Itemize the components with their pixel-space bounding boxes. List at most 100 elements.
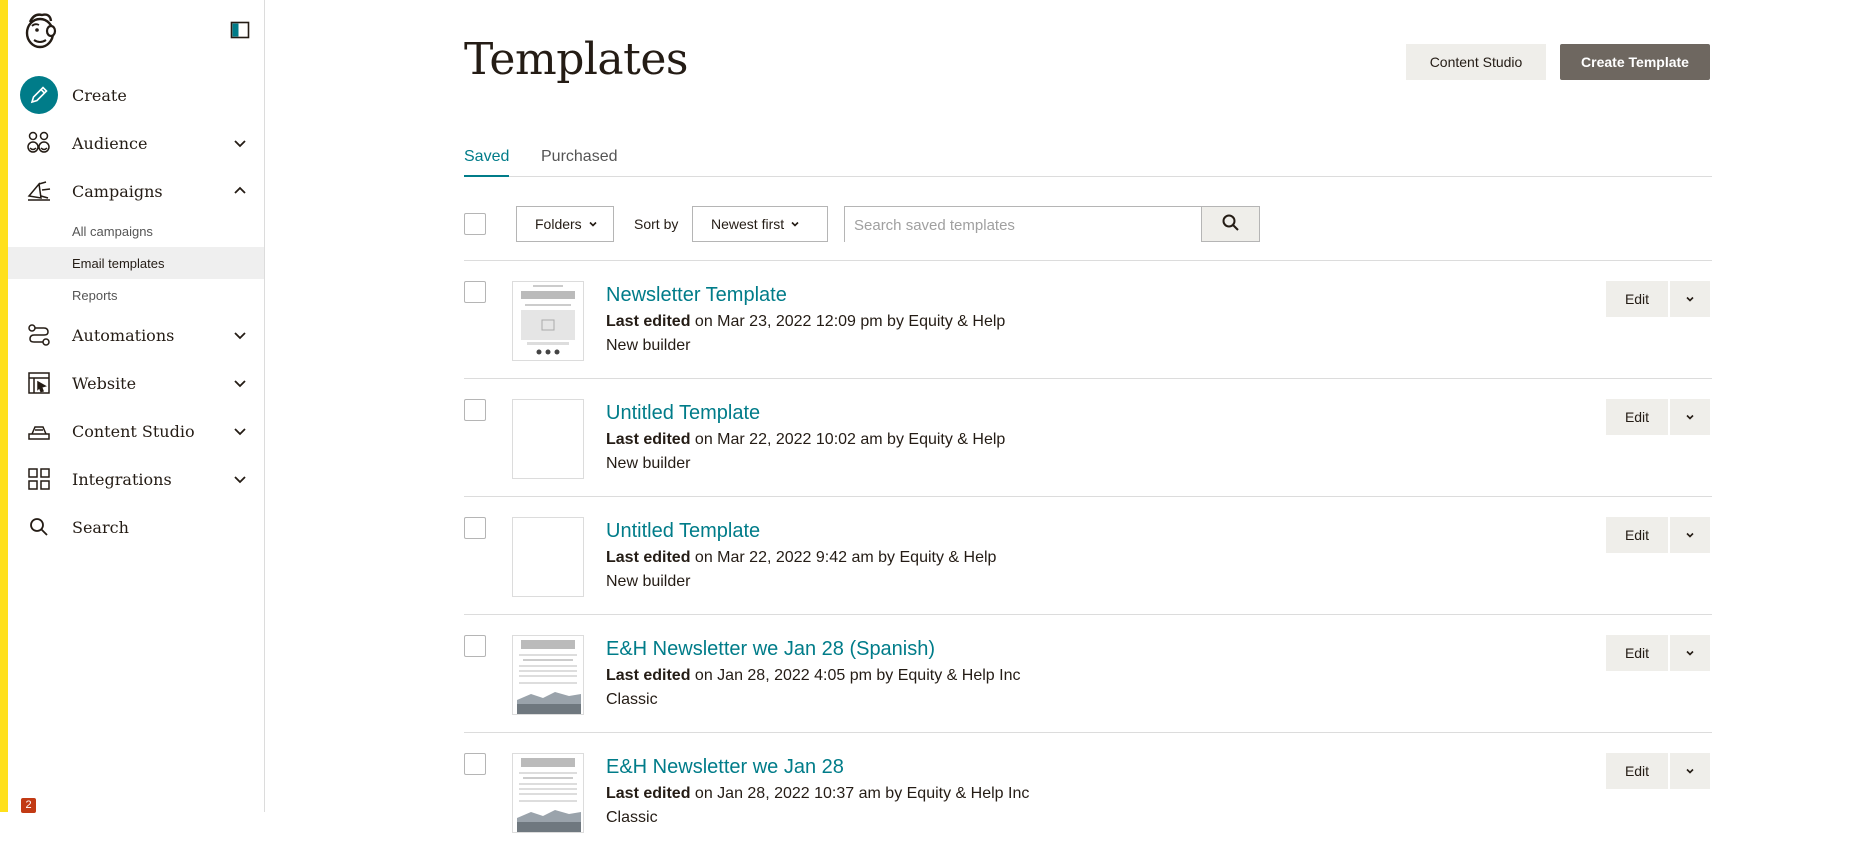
list-item: E&H Newsletter we Jan 28 Last edited on … xyxy=(464,732,1712,851)
template-meta: Last edited on Mar 22, 2022 9:42 am by E… xyxy=(606,549,996,567)
sidebar-subitem-reports[interactable]: Reports xyxy=(8,279,264,311)
chevron-up-icon xyxy=(232,183,248,199)
content-studio-button[interactable]: Content Studio xyxy=(1406,44,1546,80)
sidebar-item-label: Create xyxy=(72,85,127,105)
sort-by-label: Sort by xyxy=(634,216,679,232)
sidebar-item-label: Search xyxy=(72,517,129,537)
tab-purchased[interactable]: Purchased xyxy=(541,148,618,175)
template-meta: Last edited on Jan 28, 2022 4:05 pm by E… xyxy=(606,667,1020,685)
template-type: Classic xyxy=(606,691,658,708)
edit-button[interactable]: Edit xyxy=(1606,635,1668,671)
brand-accent-bar xyxy=(0,0,8,812)
template-thumbnail[interactable] xyxy=(512,753,584,833)
row-checkbox[interactable] xyxy=(464,281,486,303)
tab-saved[interactable]: Saved xyxy=(464,148,510,177)
row-checkbox[interactable] xyxy=(464,753,486,775)
sidebar-subitem-email-templates[interactable]: Email templates xyxy=(8,247,264,279)
sidebar-item-create[interactable]: Create xyxy=(8,71,264,119)
website-icon xyxy=(24,368,54,398)
more-actions-button[interactable] xyxy=(1668,635,1710,671)
chevron-down-icon xyxy=(232,423,248,439)
collapse-sidebar-icon[interactable] xyxy=(230,20,250,40)
sidebar-item-content-studio[interactable]: Content Studio xyxy=(8,407,264,455)
row-actions: Edit xyxy=(1606,517,1710,553)
list-item: Untitled Template Last edited on Mar 22,… xyxy=(464,378,1712,497)
search-icon xyxy=(24,512,54,542)
template-title-link[interactable]: Untitled Template xyxy=(606,402,760,425)
chevron-down-icon xyxy=(232,135,248,151)
list-item: Untitled Template Last edited on Mar 22,… xyxy=(464,496,1712,615)
mailchimp-logo-icon[interactable] xyxy=(20,9,62,51)
audience-icon xyxy=(24,128,54,158)
chevron-down-icon xyxy=(232,327,248,343)
row-checkbox[interactable] xyxy=(464,517,486,539)
last-edited-label: Last edited xyxy=(606,549,691,566)
sidebar-item-audience[interactable]: Audience xyxy=(8,119,264,167)
edit-button[interactable]: Edit xyxy=(1606,399,1668,435)
folders-dropdown[interactable]: Folders xyxy=(516,206,614,242)
sidebar-item-label: Content Studio xyxy=(72,421,195,441)
template-title-link[interactable]: E&H Newsletter we Jan 28 (Spanish) xyxy=(606,638,935,661)
search-submit-button[interactable] xyxy=(1201,207,1259,241)
last-edited-detail: on Jan 28, 2022 4:05 pm by Equity & Help… xyxy=(694,667,1021,684)
last-edited-detail: on Mar 22, 2022 9:42 am by Equity & Help xyxy=(694,549,997,566)
sidebar-item-integrations[interactable]: Integrations xyxy=(8,455,264,503)
row-actions: Edit xyxy=(1606,281,1710,317)
search-templates-box xyxy=(844,206,1260,243)
template-thumbnail[interactable] xyxy=(512,281,584,361)
chevron-down-icon xyxy=(1685,764,1695,779)
sidebar-item-label: Automations xyxy=(72,325,175,345)
chevron-down-icon xyxy=(1685,292,1695,307)
sidebar: Create Audience Campaigns All campaigns xyxy=(8,0,265,813)
chevron-down-icon xyxy=(1685,528,1695,543)
edit-button[interactable]: Edit xyxy=(1606,281,1668,317)
folders-dropdown-label: Folders xyxy=(535,216,582,232)
page-title: Templates xyxy=(464,34,688,85)
sidebar-item-label: Integrations xyxy=(72,469,172,489)
megaphone-icon xyxy=(24,176,54,206)
more-actions-button[interactable] xyxy=(1668,281,1710,317)
row-actions: Edit xyxy=(1606,399,1710,435)
notification-badge[interactable]: 2 xyxy=(21,798,36,813)
edit-button[interactable]: Edit xyxy=(1606,517,1668,553)
template-thumbnail[interactable] xyxy=(512,399,584,479)
template-title-link[interactable]: Newsletter Template xyxy=(606,284,787,307)
sidebar-item-automations[interactable]: Automations xyxy=(8,311,264,359)
template-meta: Last edited on Jan 28, 2022 10:37 am by … xyxy=(606,785,1029,803)
last-edited-detail: on Mar 22, 2022 10:02 am by Equity & Hel… xyxy=(694,431,1006,448)
content-studio-icon xyxy=(24,416,54,446)
sidebar-item-campaigns[interactable]: Campaigns xyxy=(8,167,264,215)
list-item: Newsletter Template Last edited on Mar 2… xyxy=(464,260,1712,379)
sidebar-item-website[interactable]: Website xyxy=(8,359,264,407)
edit-button[interactable]: Edit xyxy=(1606,753,1668,789)
template-title-link[interactable]: E&H Newsletter we Jan 28 xyxy=(606,756,844,779)
row-checkbox[interactable] xyxy=(464,399,486,421)
sort-dropdown[interactable]: Newest first xyxy=(692,206,828,242)
sidebar-item-label: Audience xyxy=(72,133,148,153)
template-title-link[interactable]: Untitled Template xyxy=(606,520,760,543)
main-content: Templates Content Studio Create Template… xyxy=(464,0,1712,833)
sidebar-item-label: Campaigns xyxy=(72,181,163,201)
chevron-down-icon xyxy=(1685,410,1695,425)
last-edited-label: Last edited xyxy=(606,667,691,684)
template-toolbar: Folders Sort by Newest first xyxy=(464,205,1712,245)
last-edited-detail: on Mar 23, 2022 12:09 pm by Equity & Hel… xyxy=(694,313,1006,330)
more-actions-button[interactable] xyxy=(1668,753,1710,789)
sidebar-item-search[interactable]: Search xyxy=(8,503,264,551)
template-type: New builder xyxy=(606,455,691,472)
template-type: New builder xyxy=(606,573,691,590)
row-checkbox[interactable] xyxy=(464,635,486,657)
row-actions: Edit xyxy=(1606,635,1710,671)
integrations-icon xyxy=(24,464,54,494)
sidebar-subitem-all-campaigns[interactable]: All campaigns xyxy=(8,215,264,247)
more-actions-button[interactable] xyxy=(1668,399,1710,435)
template-thumbnail[interactable] xyxy=(512,517,584,597)
automations-icon xyxy=(24,320,54,350)
select-all-checkbox[interactable] xyxy=(464,213,486,235)
last-edited-label: Last edited xyxy=(606,785,691,802)
more-actions-button[interactable] xyxy=(1668,517,1710,553)
create-template-button[interactable]: Create Template xyxy=(1560,44,1710,80)
search-templates-input[interactable] xyxy=(845,207,1201,243)
template-thumbnail[interactable] xyxy=(512,635,584,715)
sort-dropdown-value: Newest first xyxy=(711,216,785,232)
